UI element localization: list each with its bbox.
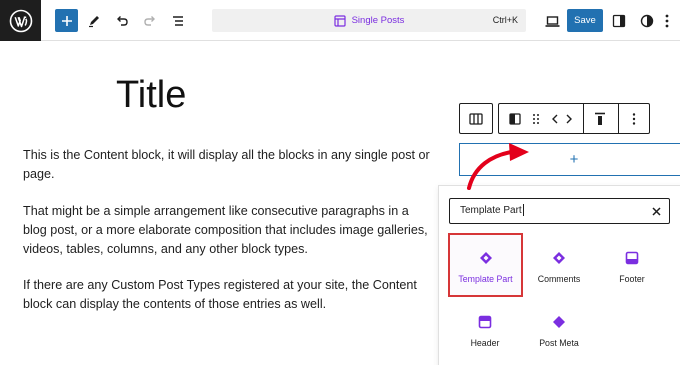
content-paragraph[interactable]: If there are any Custom Post Types regis… <box>23 276 433 314</box>
block-item-label: Comments <box>537 274 581 284</box>
post-title[interactable]: Title <box>116 76 186 114</box>
chevron-left-icon <box>552 114 558 123</box>
vertical-alignment-button[interactable] <box>587 104 613 133</box>
redo-button[interactable] <box>138 9 162 33</box>
plus-icon: + <box>569 151 579 168</box>
site-editor: Single Posts Ctrl+K Save Title This is t… <box>0 0 680 365</box>
editor-top-toolbar: Single Posts Ctrl+K Save <box>0 0 680 41</box>
block-item-header[interactable]: Header <box>448 299 522 361</box>
document-overview-button[interactable] <box>166 9 190 33</box>
pencil-icon <box>89 16 99 28</box>
wordpress-logo-icon <box>9 9 32 32</box>
laptop-icon <box>545 15 559 27</box>
redo-icon <box>144 16 155 26</box>
keyboard-shortcut: Ctrl+K <box>492 15 518 25</box>
block-options-button[interactable] <box>621 104 647 133</box>
post-meta-diamond-icon <box>551 314 567 330</box>
drag-handle-icon <box>533 113 539 124</box>
plus-icon <box>61 15 72 26</box>
footer-icon <box>624 250 640 266</box>
block-appender[interactable]: + <box>459 143 680 176</box>
block-inserter-toggle[interactable] <box>55 9 78 32</box>
document-title-label: Single Posts <box>351 15 405 26</box>
content-paragraph[interactable]: This is the Content block, it will displ… <box>23 146 433 184</box>
template-icon <box>333 14 346 27</box>
block-item-label: Header <box>470 338 500 348</box>
block-type-button[interactable] <box>503 104 527 133</box>
wordpress-logo[interactable] <box>0 0 41 41</box>
document-title: Single Posts <box>212 9 526 32</box>
template-part-diamond-icon <box>478 250 494 266</box>
content-paragraph[interactable]: That might be a simple arrangement like … <box>23 202 433 259</box>
command-palette-bar[interactable]: Single Posts Ctrl+K <box>212 9 526 32</box>
block-item-label: Template Part <box>458 274 513 284</box>
block-search-input[interactable]: Template Part <box>449 198 670 224</box>
settings-sidebar-toggle[interactable] <box>607 9 631 33</box>
clear-search-button[interactable] <box>649 204 663 218</box>
block-item-footer[interactable]: Footer <box>595 235 669 297</box>
comments-diamond-icon <box>551 250 567 266</box>
block-item-comments[interactable]: Comments <box>522 235 596 297</box>
half-circle-icon <box>640 14 654 28</box>
text-caret <box>522 204 524 217</box>
block-item-template-part[interactable]: Template Part <box>448 233 523 297</box>
select-parent-button[interactable] <box>459 103 493 134</box>
move-right-button[interactable] <box>561 104 577 133</box>
block-item-label: Post Meta <box>539 338 579 348</box>
preview-button[interactable] <box>540 9 564 33</box>
tools-button[interactable] <box>82 9 106 33</box>
undo-icon <box>117 16 128 26</box>
drag-handle[interactable] <box>527 104 545 133</box>
block-search-value: Template Part <box>460 199 524 223</box>
save-button[interactable]: Save <box>567 9 603 32</box>
column-block-icon <box>509 112 521 125</box>
more-vertical-icon <box>665 14 669 28</box>
undo-button[interactable] <box>110 9 134 33</box>
block-toolbar <box>498 103 650 134</box>
chevron-right-icon <box>566 114 572 123</box>
toolbar-divider <box>583 104 584 133</box>
search-value-text: Template Part <box>460 205 522 216</box>
close-icon <box>651 206 661 216</box>
header-icon <box>477 314 493 330</box>
align-top-icon <box>595 112 605 125</box>
list-view-icon <box>173 16 183 26</box>
sidebar-toggle-icon <box>612 14 626 28</box>
block-item-label: Footer <box>619 274 645 284</box>
options-button[interactable] <box>656 9 678 33</box>
block-item-post-meta[interactable]: Post Meta <box>522 299 596 361</box>
toolbar-divider <box>618 104 619 133</box>
more-vertical-icon <box>632 112 636 125</box>
columns-icon <box>469 112 483 125</box>
